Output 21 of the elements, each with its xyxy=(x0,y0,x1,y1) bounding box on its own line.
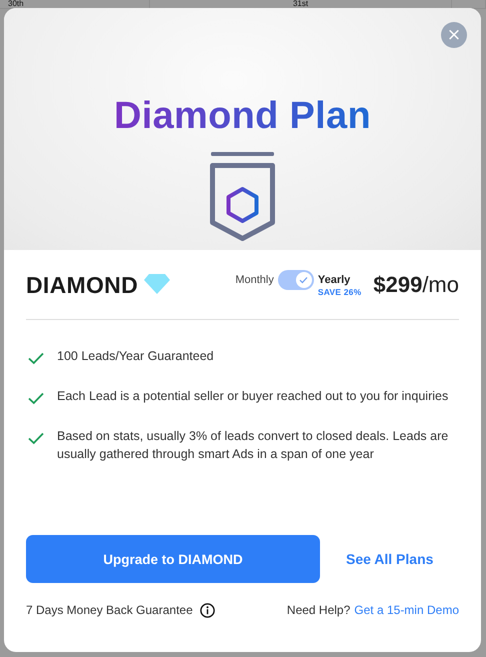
diamond-icon xyxy=(144,274,170,294)
feature-text: Based on stats, usually 3% of leads convert to closed deals. Leads are usually gathered through smart Ads in a span of one year xyxy=(57,428,450,463)
check-icon xyxy=(299,276,308,284)
close-button[interactable]: × xyxy=(441,22,467,48)
column-header: 31st xyxy=(292,0,308,8)
shield-badge-icon xyxy=(210,152,275,242)
demo-link[interactable]: Get a 15-min Demo xyxy=(354,603,459,617)
help-text: Need Help? xyxy=(286,603,350,617)
guarantee-text: 7 Days Money Back Guarantee xyxy=(26,603,193,617)
info-icon[interactable] xyxy=(200,602,215,618)
feature-text: 100 Leads/Year Guaranteed xyxy=(57,348,214,365)
see-all-plans-link[interactable]: See All Plans xyxy=(346,551,434,567)
billing-toggle[interactable] xyxy=(278,270,314,290)
upgrade-button[interactable]: Upgrade to DIAMOND xyxy=(26,535,320,583)
column-header: 30th xyxy=(8,0,24,8)
yearly-label: Yearly xyxy=(318,273,350,288)
savings-note: SAVE 26% xyxy=(318,287,362,297)
monthly-label: Monthly xyxy=(235,273,274,288)
plan-price: $299/mo xyxy=(373,271,459,299)
feature-text: Each Lead is a potential seller or buyer reached out to you for inquiries xyxy=(57,388,448,405)
plan-name: DIAMOND xyxy=(26,271,138,300)
